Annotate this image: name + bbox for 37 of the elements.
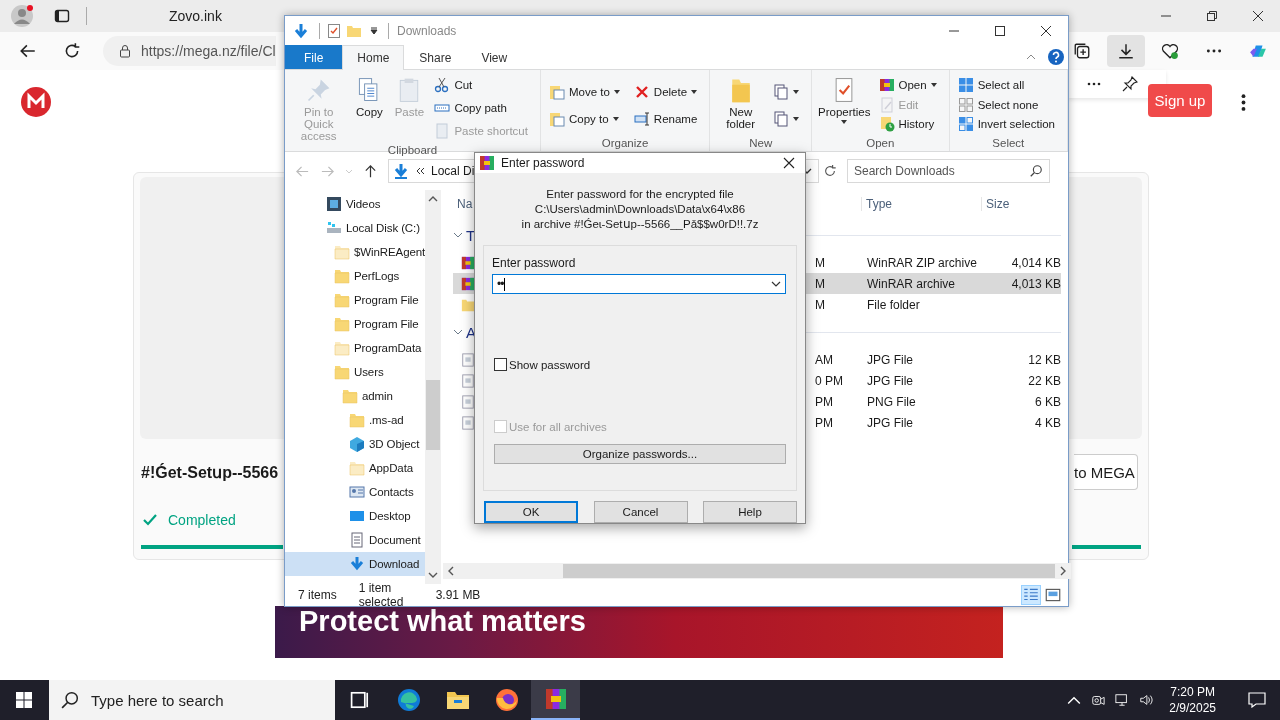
ribbon-group-label: Clipboard bbox=[386, 144, 439, 156]
date-cell: PM bbox=[815, 394, 833, 409]
ribbon-group-label: Open bbox=[865, 137, 896, 151]
type-cell: WinRAR ZIP archive bbox=[867, 255, 977, 270]
dialog-title: Enter password bbox=[501, 156, 585, 170]
status-text: 1 item selected bbox=[358, 581, 405, 609]
type-cell: JPG File bbox=[867, 373, 913, 388]
ribbon-group-label: New bbox=[748, 137, 774, 151]
type-cell: File folder bbox=[867, 297, 920, 312]
size-cell: 4 KB bbox=[1035, 415, 1061, 430]
status-text: 7 items bbox=[298, 588, 337, 602]
size-cell: 4,014 KB bbox=[1011, 255, 1061, 270]
message-line: C:\Users\admin\Downloads\Data\x64\x86 bbox=[533, 202, 747, 217]
status-text: 3.91 MB bbox=[435, 588, 481, 602]
window-title: Downloads bbox=[397, 23, 457, 38]
ribbon-group-label: Organize bbox=[600, 137, 650, 151]
type-cell: JPG File bbox=[867, 352, 913, 367]
date-cell: 0 PM bbox=[815, 373, 843, 388]
date-cell: M bbox=[815, 276, 825, 291]
type-cell: WinRAR archive bbox=[867, 276, 956, 291]
file-name: #!Ǵet-Setսp--5566 bbox=[141, 462, 279, 482]
banner-heading: Protect what matters bbox=[299, 606, 586, 638]
date-cell: M bbox=[815, 297, 825, 312]
type-cell: JPG File bbox=[867, 415, 913, 430]
message-line: in archive #!Ǵeɩ-Setսp--5566__Pǎ$$w0rD!!.7z bbox=[520, 217, 760, 232]
message-line: Enter password for the encrypted file bbox=[545, 187, 735, 202]
size-cell: 6 KB bbox=[1035, 394, 1061, 409]
status-text: Completed bbox=[168, 512, 236, 528]
date-cell: M bbox=[815, 255, 825, 270]
date-cell: PM bbox=[815, 415, 833, 430]
size-cell: 4,013 KB bbox=[1011, 276, 1061, 291]
type-cell: PNG File bbox=[867, 394, 916, 409]
date-cell: AM bbox=[815, 352, 833, 367]
field-label: Enter password bbox=[492, 256, 577, 270]
ribbon-group-label: Select bbox=[991, 137, 1026, 151]
size-cell: 22 KB bbox=[1028, 373, 1061, 388]
size-cell: 12 KB bbox=[1028, 352, 1061, 367]
